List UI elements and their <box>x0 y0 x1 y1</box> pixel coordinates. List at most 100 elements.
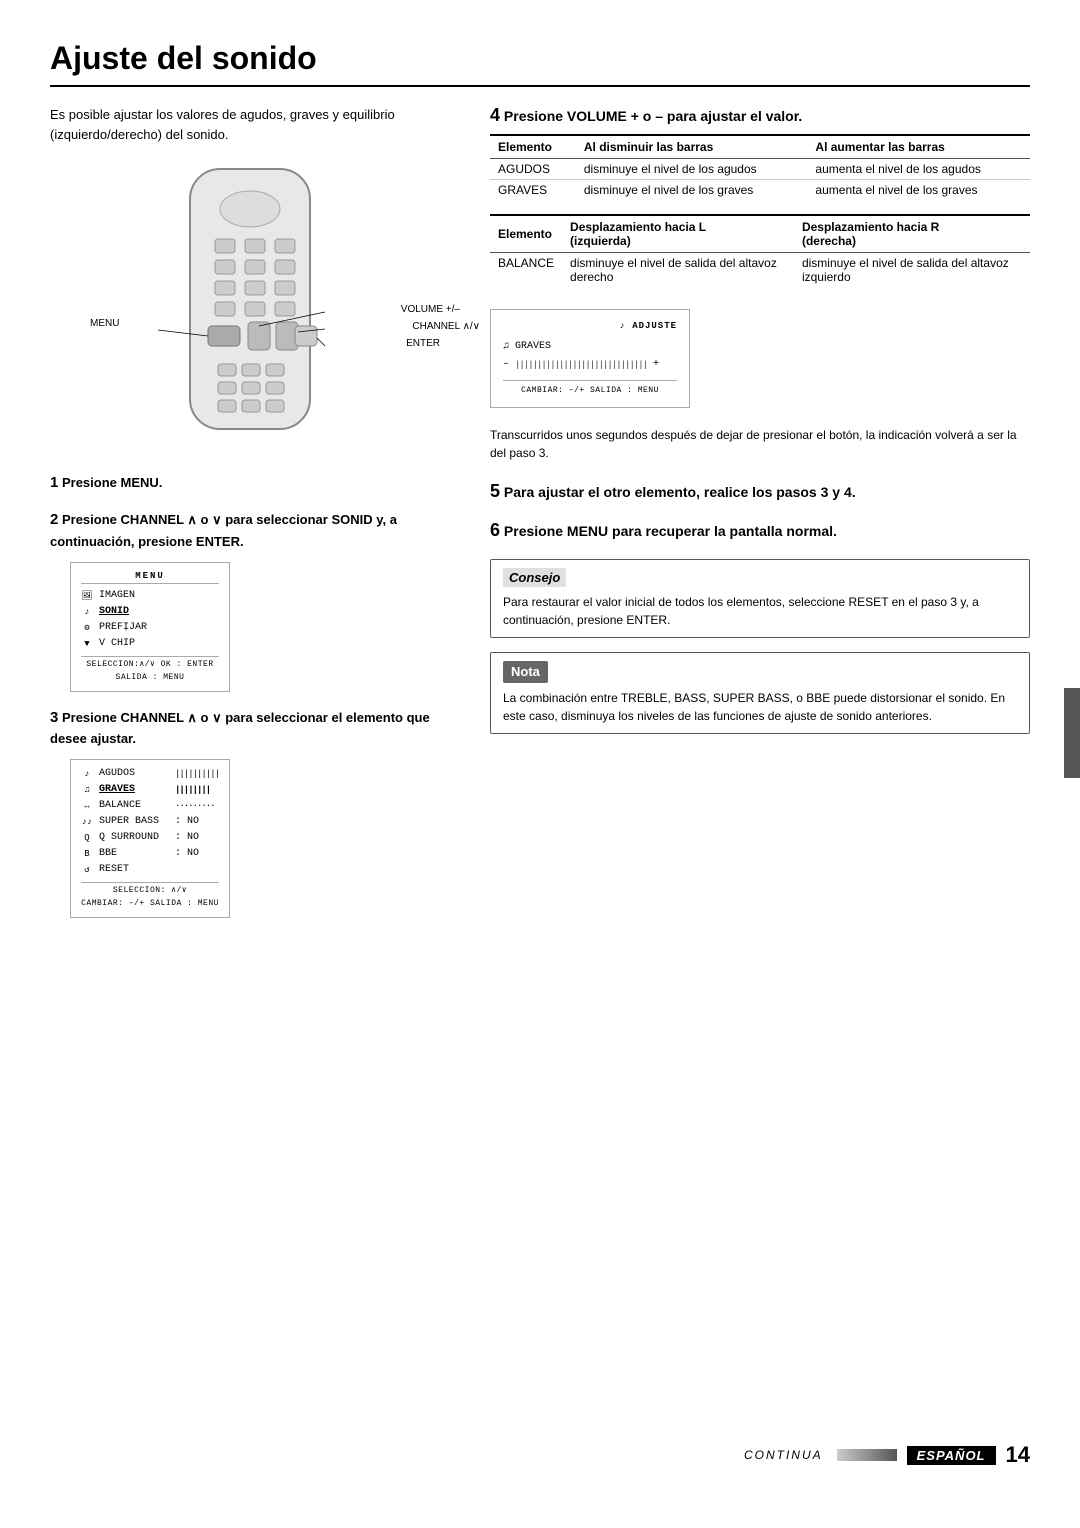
step-1: 1 Presione MENU. <box>50 471 450 494</box>
cell-graves-name: GRAVES <box>490 180 576 201</box>
sound-menu-footer: SELECCION: ∧/∨CAMBIAR: –/+ SALIDA : MENU <box>81 882 219 911</box>
adjust-footer: CAMBIAR: –/+ SALIDA : MENU <box>503 380 677 398</box>
qsurround-value: : NO <box>175 830 199 846</box>
cell-agudos-aumentar: aumenta el nivel de los agudos <box>807 159 1030 180</box>
col-elemento: Elemento <box>490 135 576 159</box>
col-derecha: Desplazamiento hacia R(derecha) <box>794 215 1030 253</box>
qsurround-label: Q SURROUND <box>99 830 169 846</box>
s2-agudos: ♪ AGUDOS |||||||||| <box>81 766 219 782</box>
page-title: Ajuste del sonido <box>50 40 1030 87</box>
cell-balance-izquierda: disminuye el nivel de salida del altavoz… <box>562 253 794 288</box>
s2-qsurround: Q Q SURROUND : NO <box>81 830 219 846</box>
cell-graves-disminuir: disminuye el nivel de los graves <box>576 180 808 201</box>
vchip-icon: ▼ <box>81 637 93 651</box>
col-izquierda: Desplazamiento hacia L(izquierda) <box>562 215 794 253</box>
step-2: 2 Presione CHANNEL ∧ o ∨ para selecciona… <box>50 508 450 691</box>
step-4-text: Presione VOLUME + o – para ajustar el va… <box>504 108 802 124</box>
agudos-bars: |||||||||| <box>175 767 219 781</box>
menu-screen-footer: SELECCION:∧/∨ OK : ENTERSALIDA : MENU <box>81 656 219 685</box>
balance-bars: ········· <box>175 799 215 813</box>
step-3: 3 Presione CHANNEL ∧ o ∨ para selecciona… <box>50 706 450 918</box>
step-6-heading: 6 Presione MENU para recuperar la pantal… <box>490 520 1030 541</box>
imagen-icon: 🖼 <box>81 589 93 603</box>
cell-agudos-disminuir: disminuye el nivel de los agudos <box>576 159 808 180</box>
reset-icon: ↺ <box>81 863 93 877</box>
bbe-value: : NO <box>175 846 199 862</box>
table-volume: Elemento Al disminuir las barras Al aume… <box>490 134 1030 200</box>
menu-screen-title: MENU <box>81 569 219 584</box>
sound-adjust-screen: ♪ ADJUSTE ♫ GRAVES – |||||||||||||||||||… <box>490 309 690 408</box>
step-5-section: 5 Para ajustar el otro elemento, realice… <box>490 481 1030 502</box>
cell-agudos-name: AGUDOS <box>490 159 576 180</box>
sonid-icon: ♪ <box>81 605 93 619</box>
adjust-title: ♪ ADJUSTE <box>503 318 677 334</box>
menu-row-vchip: ▼ V CHIP <box>81 636 219 652</box>
balance-icon: ↔ <box>81 799 93 813</box>
step-1-text: Presione MENU. <box>62 475 162 490</box>
step-1-number: 1 <box>50 474 58 491</box>
graves-label: GRAVES <box>99 782 169 798</box>
step-3-screen: ♪ AGUDOS |||||||||| ♫ GRAVES |||||||| ↔ … <box>70 759 450 918</box>
step-6-text: Presione MENU para recuperar la pantalla… <box>504 523 837 539</box>
remote-svg <box>140 164 360 444</box>
menu-row-sonid: ♪ SONID <box>81 604 219 620</box>
table-balance: Elemento Desplazamiento hacia L(izquierd… <box>490 214 1030 287</box>
col-disminuir: Al disminuir las barras <box>576 135 808 159</box>
vchip-label: V CHIP <box>99 636 135 652</box>
graves-sym: ♫ <box>503 338 509 356</box>
table-row-graves: GRAVES disminuye el nivel de los graves … <box>490 180 1030 201</box>
menu-row-prefijar: ⚙ PREFỊJAR <box>81 620 219 636</box>
step-2-screen: MENU 🖼 IMAGEN ♪ SONID ⚙ PREFỊJAR <box>70 562 450 692</box>
channel-label: CHANNEL ∧/∨ <box>412 321 480 332</box>
s2-superbass: ♪♪ SUPER BASS : NO <box>81 814 219 830</box>
superbass-icon: ♪♪ <box>81 815 93 829</box>
step-4-number: 4 <box>490 105 500 125</box>
qsurround-icon: Q <box>81 831 93 845</box>
graves-label-adjust: GRAVES <box>515 338 551 356</box>
prefijar-icon: ⚙ <box>81 621 93 635</box>
step-6-section: 6 Presione MENU para recuperar la pantal… <box>490 520 1030 541</box>
step-5-heading: 5 Para ajustar el otro elemento, realice… <box>490 481 1030 502</box>
step-4-section: 4 Presione VOLUME + o – para ajustar el … <box>490 105 1030 463</box>
col-elemento2: Elemento <box>490 215 562 253</box>
consejo-text: Para restaurar el valor inicial de todos… <box>503 593 1017 629</box>
cell-graves-aumentar: aumenta el nivel de los graves <box>807 180 1030 201</box>
step-2-number: 2 <box>50 511 58 528</box>
table-row-agudos: AGUDOS disminuye el nivel de los agudos … <box>490 159 1030 180</box>
step-3-text: Presione CHANNEL ∧ o ∨ para seleccionar … <box>50 710 430 746</box>
consejo-title: Consejo <box>503 568 566 588</box>
balance-label: BALANCE <box>99 798 169 814</box>
enter-label: ENTER <box>406 338 440 349</box>
step-4-heading: 4 Presione VOLUME + o – para ajustar el … <box>490 105 1030 126</box>
agudos-icon: ♪ <box>81 767 93 781</box>
nota-box: Nota La combinación entre TREBLE, BASS, … <box>490 652 1030 734</box>
sound-menu-screen-box: ♪ AGUDOS |||||||||| ♫ GRAVES |||||||| ↔ … <box>70 759 230 918</box>
table-row-balance: BALANCE disminuye el nivel de salida del… <box>490 253 1030 288</box>
menu-row-imagen: 🖼 IMAGEN <box>81 588 219 604</box>
superbass-value: : NO <box>175 814 199 830</box>
after-step4-text: Transcurridos unos segundos después de d… <box>490 426 1030 463</box>
intro-text: Es posible ajustar los valores de agudos… <box>50 105 450 144</box>
graves-icon: ♫ <box>81 783 93 797</box>
side-decoration <box>1064 688 1080 778</box>
prefijar-label: PREFỊJAR <box>99 620 147 636</box>
cell-balance-name: BALANCE <box>490 253 562 288</box>
agudos-label: AGUDOS <box>99 766 169 782</box>
continua-arrow <box>837 1449 897 1461</box>
graves-row-adjust: ♫ GRAVES <box>503 338 677 356</box>
superbass-label: SUPER BASS <box>99 814 169 830</box>
continua-text: CONTINUA <box>744 1448 823 1462</box>
bbe-label: BBE <box>99 846 169 862</box>
nota-title: Nota <box>503 661 548 683</box>
bbe-icon: B <box>81 847 93 861</box>
reset-label: RESET <box>99 862 169 878</box>
step-5-text: Para ajustar el otro elemento, realice l… <box>504 484 856 500</box>
bar-row: – |||||||||||||||||||||||||||||| + <box>503 356 677 374</box>
s2-balance: ↔ BALANCE ········· <box>81 798 219 814</box>
step-3-number: 3 <box>50 709 58 726</box>
volume-label: VOLUME +/– <box>401 304 460 315</box>
sound-adjust-screen-container: ♪ ADJUSTE ♫ GRAVES – |||||||||||||||||||… <box>490 301 1030 416</box>
page-footer: CONTINUA ESPAÑOL 14 <box>50 1442 1030 1468</box>
nota-text: La combinación entre TREBLE, BASS, SUPER… <box>503 689 1017 725</box>
cell-balance-derecha: disminuye el nivel de salida del altavoz… <box>794 253 1030 288</box>
